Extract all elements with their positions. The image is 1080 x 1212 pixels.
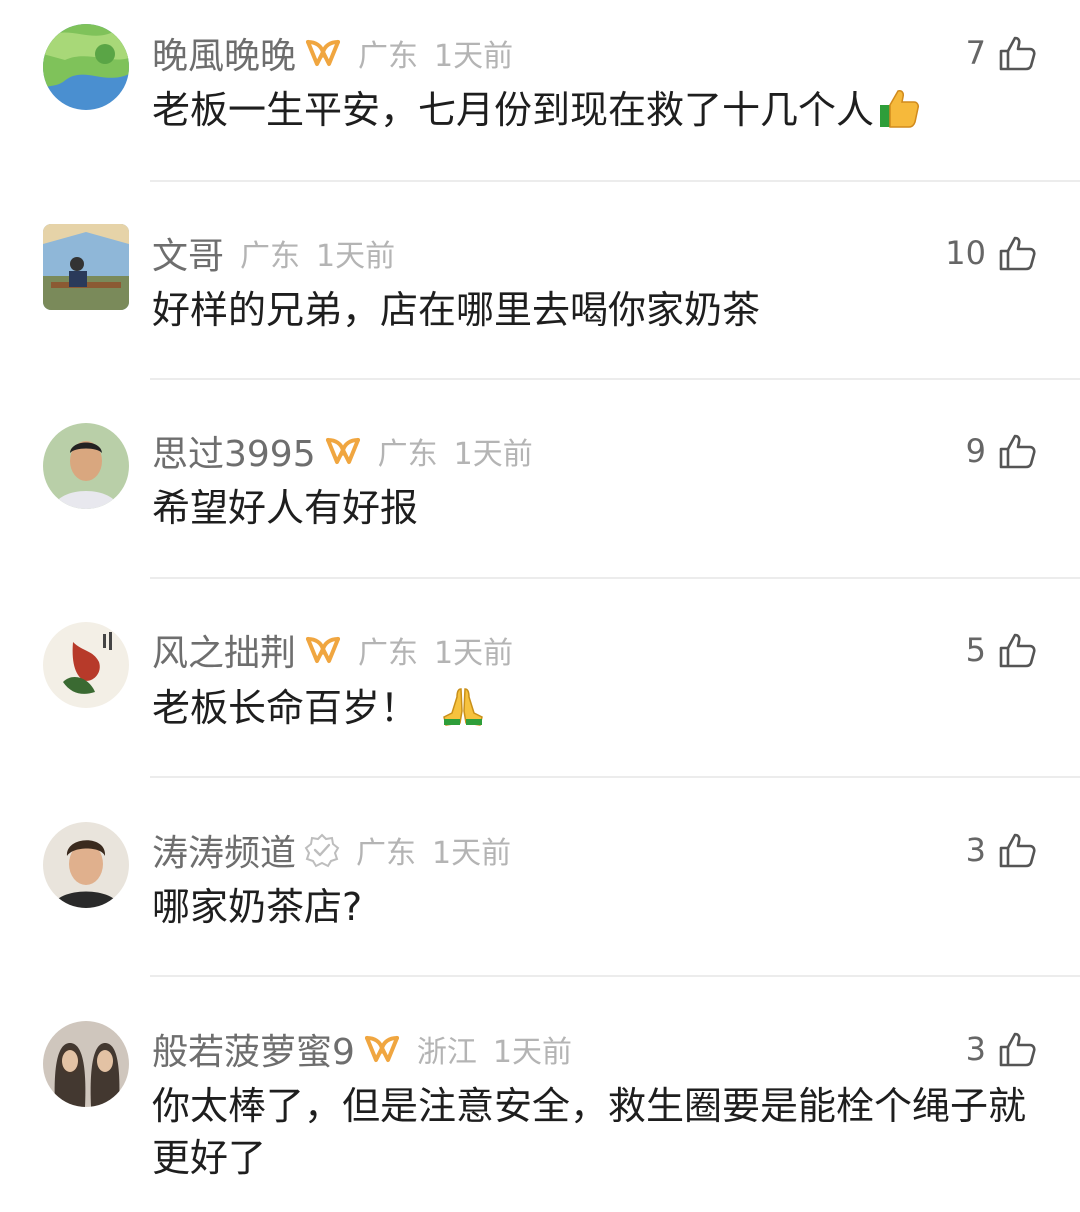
vip-badge-icon <box>325 438 360 464</box>
timestamp: 1天前 <box>434 636 514 671</box>
thumbs-up-outline-icon <box>999 236 1036 271</box>
username[interactable]: 晚風晚晚 <box>152 27 296 79</box>
divider <box>150 577 1080 579</box>
timestamp: 1天前 <box>316 239 396 274</box>
vip-badge-icon <box>306 637 341 663</box>
comment-text: 老板长命百岁！ <box>152 682 1042 734</box>
like-count: 10 <box>945 234 986 272</box>
timestamp: 1天前 <box>453 437 533 472</box>
comment-text: 好样的兄弟，店在哪里去喝你家奶茶 <box>152 284 1042 336</box>
comment-text: 老板一生平安，七月份到现在救了十几个人 <box>152 84 1042 136</box>
comment-text: 哪家奶茶店? <box>152 881 1042 933</box>
avatar[interactable] <box>43 1021 129 1107</box>
username[interactable]: 涛涛频道 <box>152 824 296 876</box>
avatar[interactable] <box>43 224 129 310</box>
comment-body: 哪家奶茶店? <box>152 885 363 929</box>
vip-badge-icon <box>306 40 341 66</box>
verified-badge-icon <box>304 833 340 868</box>
comment-body: 老板长命百岁！ <box>152 686 419 730</box>
divider <box>150 180 1080 182</box>
like-button[interactable]: 5 <box>966 625 1036 675</box>
username[interactable]: 思过3995 <box>152 425 316 477</box>
praying-hands-icon <box>443 688 483 726</box>
location: 广东 <box>240 239 301 274</box>
location: 广东 <box>377 437 438 472</box>
comment-text: 希望好人有好报 <box>152 482 1042 534</box>
like-button[interactable]: 7 <box>966 28 1036 78</box>
like-count: 7 <box>965 34 986 72</box>
like-count: 5 <box>965 631 986 669</box>
location: 浙江 <box>416 1035 477 1070</box>
like-count: 9 <box>965 432 986 470</box>
comment-meta: 风之拙荆 广东 1天前 <box>152 625 513 675</box>
vip-badge-icon <box>364 1036 399 1062</box>
divider <box>150 975 1080 977</box>
like-button[interactable]: 10 <box>945 228 1036 278</box>
avatar[interactable] <box>43 24 129 110</box>
like-count: 3 <box>965 1030 986 1068</box>
timestamp: 1天前 <box>492 1035 572 1070</box>
thumbs-up-outline-icon <box>999 833 1036 868</box>
comment-body: 希望好人有好报 <box>152 486 419 530</box>
comment-list: 晚風晚晚 广东 1天前 7 老板一生平安，七月份到现在救了十几个人 文哥 广东 … <box>0 0 1080 1212</box>
comment-meta: 般若菠萝蜜9 浙江 1天前 <box>152 1024 572 1074</box>
timestamp: 1天前 <box>432 836 512 871</box>
like-button[interactable]: 3 <box>966 1024 1036 1074</box>
like-button[interactable]: 9 <box>966 426 1036 476</box>
comment-meta: 涛涛频道 广东 1天前 <box>152 825 511 875</box>
like-count: 3 <box>965 831 986 869</box>
comment-body: 老板一生平安，七月份到现在救了十几个人 <box>152 88 875 132</box>
comment-meta: 文哥 广东 1天前 <box>152 228 395 278</box>
thumbs-up-outline-icon <box>999 36 1036 71</box>
like-button[interactable]: 3 <box>966 825 1036 875</box>
comment-body: 你太棒了，但是注意安全，救生圈要是能栓个绳子就更好了 <box>152 1084 1027 1180</box>
location: 广东 <box>358 39 419 74</box>
avatar[interactable] <box>43 423 129 509</box>
divider <box>150 776 1080 778</box>
thumbs-up-outline-icon <box>999 434 1036 469</box>
comment-body: 好样的兄弟，店在哪里去喝你家奶茶 <box>152 288 761 332</box>
divider <box>150 378 1080 380</box>
thumbs-up-outline-icon <box>999 633 1036 668</box>
avatar[interactable] <box>43 622 129 708</box>
location: 广东 <box>358 636 419 671</box>
username[interactable]: 般若菠萝蜜9 <box>152 1023 355 1075</box>
comment-meta: 思过3995 广东 1天前 <box>152 426 533 476</box>
comment-text: 你太棒了，但是注意安全，救生圈要是能栓个绳子就更好了 <box>152 1080 1042 1184</box>
username[interactable]: 风之拙荆 <box>152 624 296 676</box>
timestamp: 1天前 <box>434 39 514 74</box>
location: 广东 <box>356 836 417 871</box>
username[interactable]: 文哥 <box>152 227 224 279</box>
thumbs-up-icon <box>880 90 920 128</box>
comment-meta: 晚風晚晚 广东 1天前 <box>152 28 513 78</box>
avatar[interactable] <box>43 822 129 908</box>
thumbs-up-outline-icon <box>999 1032 1036 1067</box>
